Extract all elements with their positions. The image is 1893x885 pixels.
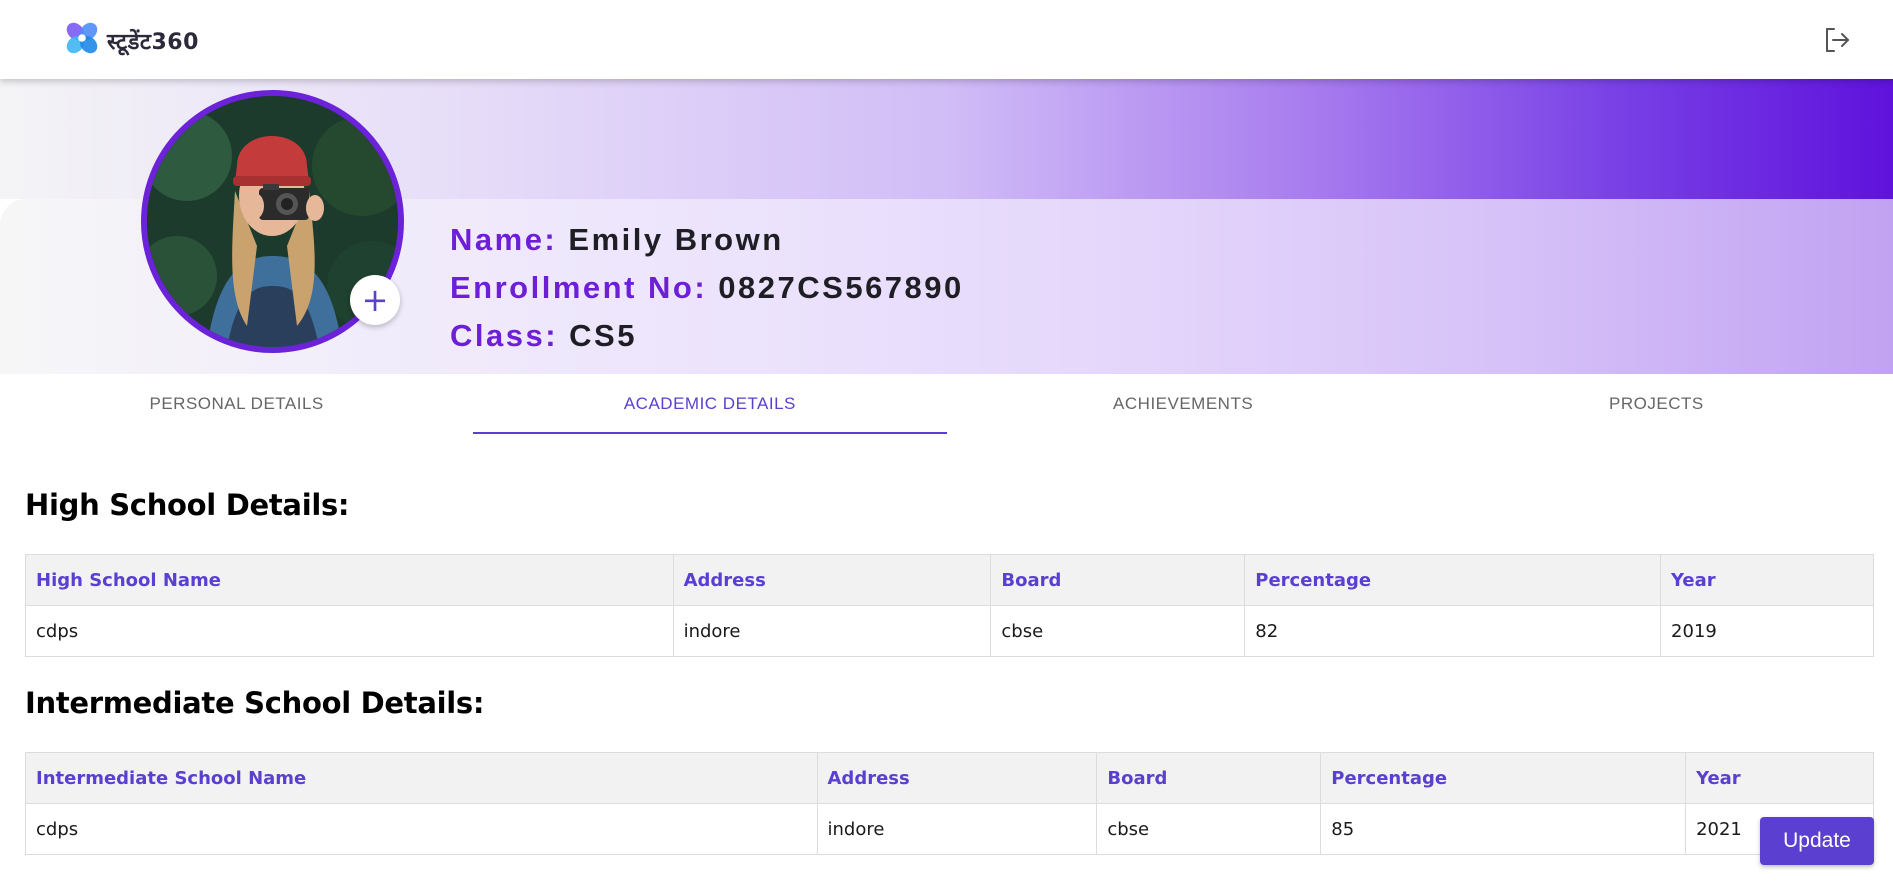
table-cell: indore (672, 605, 992, 657)
column-header: High School Name (25, 554, 674, 606)
table-header-row: Intermediate School Name Address Board P… (25, 752, 1874, 804)
intermediate-title: Intermediate School Details: (25, 686, 485, 720)
table-row: cdps indore cbse 85 2021 (25, 803, 1874, 855)
brand-name: स्टूडेंट360 (107, 29, 199, 55)
class-row: Class: CS5 (450, 314, 964, 362)
enrollment-label: Enrollment No: (450, 270, 708, 305)
table-cell: cdps (25, 605, 674, 657)
update-button[interactable]: Update (1760, 817, 1874, 865)
table-cell: cdps (25, 803, 818, 855)
table-cell: indore (816, 803, 1098, 855)
name-row: Name: Emily Brown (450, 218, 964, 266)
class-value: CS5 (569, 318, 637, 353)
table-cell: 2019 (1660, 605, 1874, 657)
column-header: Percentage (1244, 554, 1662, 606)
column-header: Year (1685, 752, 1874, 804)
high-school-table: High School Name Address Board Percentag… (25, 554, 1874, 657)
column-header: Intermediate School Name (25, 752, 818, 804)
flower-logo-icon (63, 19, 101, 62)
profile-info: Name: Emily Brown Enrollment No: 0827CS5… (450, 218, 964, 362)
table-header-row: High School Name Address Board Percentag… (25, 554, 1874, 606)
intermediate-table: Intermediate School Name Address Board P… (25, 752, 1874, 855)
top-navbar: स्टूडेंट360 (0, 0, 1893, 79)
table-cell: 82 (1244, 605, 1662, 657)
tab-projects[interactable]: PROJECTS (1420, 374, 1893, 434)
class-label: Class: (450, 318, 559, 353)
brand-logo[interactable]: स्टूडेंट360 (63, 19, 199, 62)
profile-tabs: PERSONAL DETAILS ACADEMIC DETAILS ACHIEV… (0, 374, 1893, 434)
tab-personal-details[interactable]: PERSONAL DETAILS (0, 374, 473, 434)
tab-academic-details[interactable]: ACADEMIC DETAILS (473, 374, 947, 434)
column-header: Board (990, 554, 1246, 606)
enrollment-row: Enrollment No: 0827CS567890 (450, 266, 964, 314)
table-cell: cbse (1096, 803, 1322, 855)
table-cell: 85 (1320, 803, 1687, 855)
high-school-title: High School Details: (25, 488, 350, 522)
column-header: Address (816, 752, 1098, 804)
table-cell: cbse (990, 605, 1246, 657)
name-label: Name: (450, 222, 558, 257)
column-header: Year (1660, 554, 1874, 606)
table-row: cdps indore cbse 82 2019 (25, 605, 1874, 657)
enrollment-value: 0827CS567890 (718, 270, 964, 305)
column-header: Percentage (1320, 752, 1687, 804)
name-value: Emily Brown (568, 222, 784, 257)
column-header: Board (1096, 752, 1322, 804)
tab-achievements[interactable]: ACHIEVEMENTS (947, 374, 1420, 434)
logout-icon[interactable] (1821, 24, 1853, 56)
add-photo-button[interactable]: + (350, 275, 400, 325)
column-header: Address (672, 554, 992, 606)
